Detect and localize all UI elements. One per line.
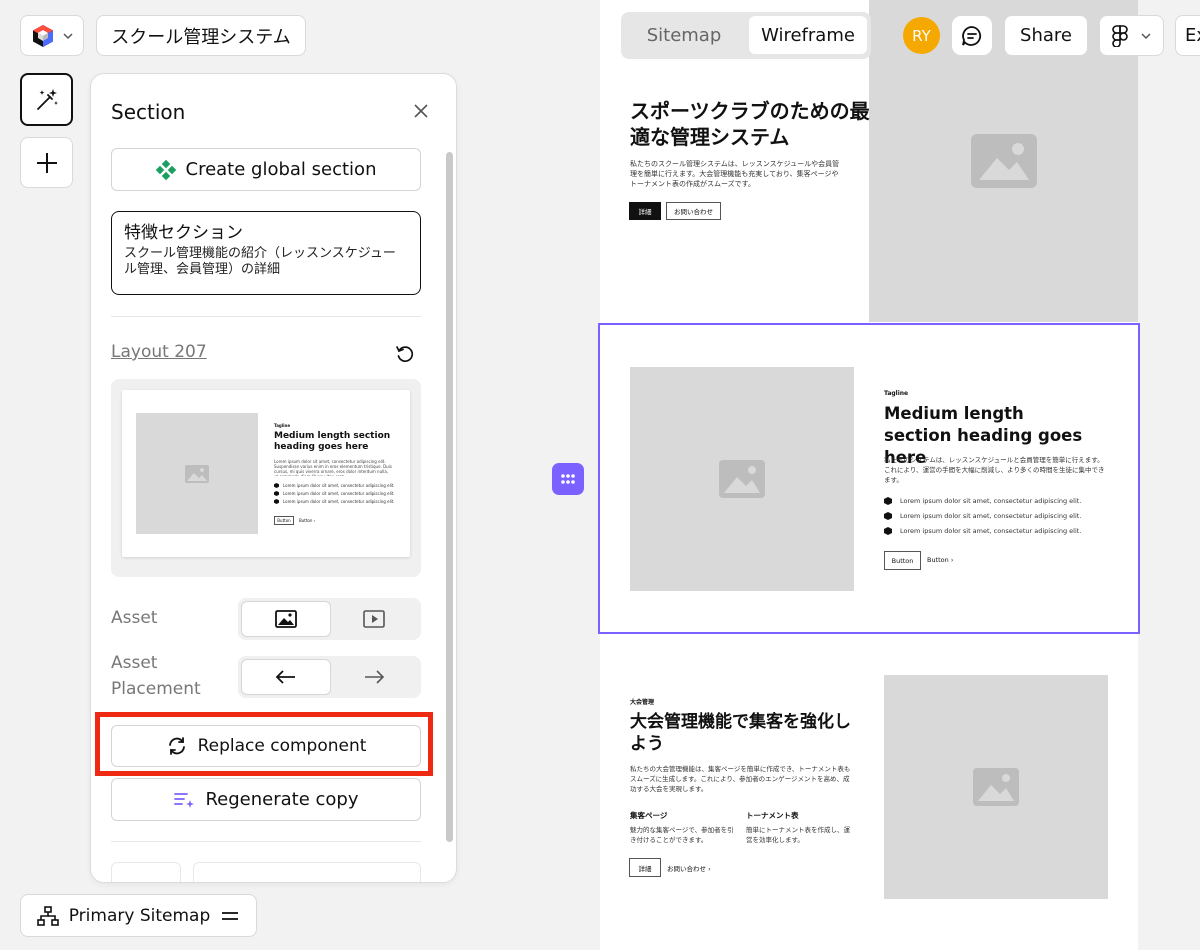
- preview-heading: Medium length section heading goes here: [274, 431, 391, 452]
- preview-image-placeholder: [136, 413, 258, 534]
- tournament-primary-button[interactable]: 詳細: [629, 858, 661, 877]
- plus-icon: [35, 151, 59, 175]
- tournament-body: 私たちの大会管理機能は、集客ページを簡単に作成でき、トーナメント表もスムーズに生…: [630, 765, 851, 793]
- preview-tagline: Tagline: [274, 423, 291, 428]
- menu-icon: [220, 910, 240, 922]
- tournament-col2-body: 簡単にトーナメント表を作成し、運営を効率化します。: [746, 826, 850, 844]
- primary-sitemap-label: Primary Sitemap: [68, 905, 211, 926]
- section-card-title: 特徴セクション: [124, 223, 243, 243]
- replace-component-highlight: [95, 712, 433, 776]
- regenerate-copy-button[interactable]: Regenerate copy: [111, 778, 421, 821]
- asset-label: Asset: [111, 608, 158, 628]
- preview-bullet: Lorem ipsum dolor sit amet, consectetur …: [274, 491, 399, 496]
- tournament-col2-title: トーナメント表: [746, 811, 799, 820]
- panel-option-button[interactable]: [193, 862, 421, 882]
- section-card-description: スクール管理機能の紹介（レッスンスケジュール管理、会員管理）の詳細: [124, 246, 396, 277]
- avatar[interactable]: RY: [903, 17, 940, 54]
- layout-name-link[interactable]: Layout 207: [111, 342, 207, 362]
- create-global-label: Create global section: [185, 159, 377, 180]
- create-global-section-button[interactable]: Create global section: [111, 148, 421, 191]
- tab-wireframe[interactable]: Wireframe: [749, 16, 867, 54]
- figma-export-button[interactable]: [1099, 15, 1164, 56]
- preview-button: Button: [274, 516, 294, 525]
- layout-preview[interactable]: Tagline Medium length section heading go…: [111, 379, 421, 577]
- primary-sitemap-button[interactable]: Primary Sitemap: [20, 894, 257, 937]
- asset-type-toggle: [238, 598, 421, 640]
- preview-body: Lorem ipsum dolor sit amet, consectetur …: [274, 459, 392, 476]
- asset-video-option[interactable]: [331, 601, 419, 637]
- figma-icon: [1111, 24, 1128, 47]
- preview-link: Button ›: [299, 518, 316, 523]
- tab-sitemap[interactable]: Sitemap: [629, 18, 739, 53]
- panel-title: Section: [111, 100, 186, 124]
- app-menu-button[interactable]: [20, 15, 84, 56]
- preview-bullet: Lorem ipsum dolor sit amet, consectetur …: [274, 499, 399, 504]
- preview-bullet-list: Lorem ipsum dolor sit amet, consectetur …: [274, 483, 399, 504]
- component-icon: [155, 159, 176, 180]
- chevron-down-icon: [1140, 30, 1152, 42]
- cube-logo-icon: [30, 23, 56, 49]
- arrow-left-icon: [275, 669, 297, 685]
- image-icon: [970, 134, 1037, 188]
- selected-section-outline[interactable]: [598, 323, 1140, 634]
- close-icon[interactable]: [411, 101, 431, 121]
- layout-preview-frame: Tagline Medium length section heading go…: [122, 390, 410, 557]
- hero-body: 私たちのスクール管理システムは、レッスンスケジュールや会員管理を簡単に行えます。…: [630, 160, 840, 188]
- image-icon: [973, 768, 1019, 806]
- share-button[interactable]: Share: [1004, 15, 1088, 56]
- placement-left-option[interactable]: [241, 659, 331, 695]
- magic-wand-icon: [34, 87, 60, 113]
- divider: [111, 316, 421, 317]
- image-icon: [184, 464, 210, 484]
- refresh-icon[interactable]: [394, 343, 416, 365]
- comment-icon: [960, 24, 984, 48]
- regenerate-copy-label: Regenerate copy: [205, 789, 359, 810]
- hero-primary-button[interactable]: 詳細: [629, 202, 661, 220]
- preview-bullet: Lorem ipsum dolor sit amet, consectetur …: [274, 483, 399, 488]
- video-icon: [363, 610, 386, 628]
- tournament-col1-body: 魅力的な集客ページで、参加者を引き付けることができます。: [630, 826, 734, 844]
- project-name-button[interactable]: スクール管理システム: [96, 15, 306, 56]
- tournament-image-placeholder[interactable]: [884, 675, 1108, 899]
- asset-image-option[interactable]: [241, 601, 331, 637]
- add-button[interactable]: [20, 137, 73, 188]
- export-button[interactable]: Ex: [1175, 15, 1200, 56]
- section-description-field[interactable]: 特徴セクション スクール管理機能の紹介（レッスンスケジュール管理、会員管理）の詳…: [111, 211, 421, 295]
- ai-text-icon: [173, 790, 195, 810]
- ai-edit-button[interactable]: [20, 73, 73, 126]
- sitemap-tree-icon: [36, 905, 59, 926]
- tournament-col1-title: 集客ページ: [630, 811, 668, 820]
- arrow-right-icon: [363, 669, 385, 685]
- panel-option-button[interactable]: [111, 862, 181, 882]
- comments-button[interactable]: [951, 15, 993, 56]
- drag-handle-icon[interactable]: [552, 463, 584, 495]
- image-icon: [274, 610, 297, 628]
- tournament-heading: 大会管理機能で集客を強化しよう: [630, 712, 851, 754]
- tournament-secondary-link[interactable]: お問い合わせ ›: [667, 863, 711, 873]
- hero-heading: スポーツクラブのための最適な管理システム: [630, 99, 870, 149]
- asset-placement-label: Asset Placement: [111, 653, 201, 699]
- asset-placement-toggle: [238, 656, 421, 698]
- chevron-down-icon: [62, 30, 74, 42]
- view-mode-toggle: Sitemap Wireframe: [621, 12, 871, 59]
- hero-secondary-button[interactable]: お問い合わせ: [666, 202, 721, 220]
- divider: [111, 841, 421, 842]
- tournament-tagline: 大会管理: [630, 699, 655, 706]
- panel-scrollbar[interactable]: [446, 152, 453, 842]
- placement-right-option[interactable]: [331, 659, 419, 695]
